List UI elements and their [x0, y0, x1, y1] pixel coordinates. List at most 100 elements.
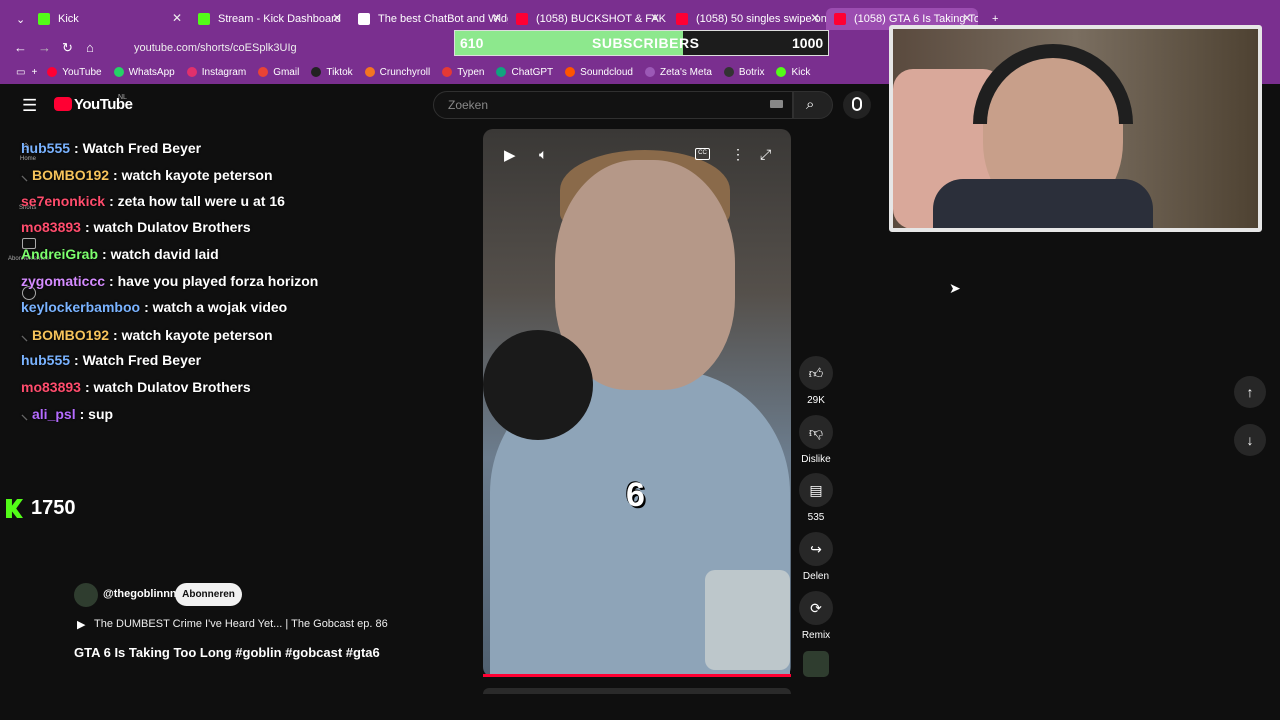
bookmark-typen[interactable]: Typen	[442, 67, 484, 78]
tab-youtube-singles[interactable]: (1058) 50 singles swipe on each✕	[668, 8, 826, 30]
bookmark-chatgpt[interactable]: ChatGPT	[496, 67, 553, 78]
sidebar-item-home[interactable]: Home	[20, 156, 36, 162]
search-input[interactable]: Zoeken	[433, 91, 793, 119]
thumbs-up-icon: 👍︎	[799, 356, 833, 390]
bookmark-zetas-meta[interactable]: Zeta's Meta	[644, 66, 712, 78]
home-icon[interactable]: ⌂	[86, 40, 94, 55]
menu-icon[interactable]: ☰	[22, 96, 37, 116]
chat-username: zygomaticcc	[21, 273, 106, 289]
subscribe-button[interactable]: Abonneren	[175, 583, 242, 606]
kick-favicon-icon	[38, 13, 50, 25]
gmail-icon	[258, 67, 269, 77]
bookmark-label: ChatGPT	[511, 66, 554, 78]
tab-chatbot[interactable]: The best ChatBot and Widgets✕	[350, 8, 508, 30]
chat-text: watch a wojak video	[152, 299, 288, 315]
chat-message: se7enonkick: zeta how tall were u at 16	[21, 193, 285, 209]
bookmark-soundcloud[interactable]: Soundcloud	[565, 67, 633, 78]
bookmark-kick[interactable]: Kick	[776, 67, 810, 78]
sound-thumbnail[interactable]	[803, 651, 829, 677]
chat-username: AndreiGrab	[21, 246, 99, 262]
instagram-icon	[186, 67, 197, 77]
close-icon[interactable]: ✕	[810, 11, 820, 25]
close-icon[interactable]: ✕	[332, 11, 342, 25]
chat-username: keylockerbamboo	[21, 299, 141, 315]
volume-icon[interactable]: 🔈︎	[539, 146, 547, 163]
related-video-link[interactable]: The DUMBEST Crime I've Heard Yet... | Th…	[94, 618, 388, 630]
youtube-logo-icon[interactable]	[54, 97, 72, 111]
chat-username: hub555	[21, 352, 71, 368]
comment-count: 535	[807, 512, 825, 523]
typen-icon	[442, 67, 453, 77]
like-count: 29K	[807, 395, 825, 406]
botrix-icon	[723, 67, 734, 77]
dislike-button[interactable]: 👎︎ Dislike	[799, 415, 833, 465]
tab-label: (1058) 50 singles swipe on each	[696, 13, 826, 25]
webcam-overlay	[889, 25, 1262, 232]
tab-kick[interactable]: Kick ✕	[30, 8, 188, 30]
video-title: GTA 6 Is Taking Too Long #goblin #gobcas…	[74, 645, 380, 660]
video-progress-bar[interactable]	[483, 674, 791, 677]
tab-youtube-buckshot[interactable]: (1058) BUCKSHOT & FAKEMIN✕	[508, 8, 666, 30]
keyboard-icon[interactable]	[770, 100, 783, 108]
bookmark-tiktok[interactable]: Tiktok	[311, 67, 353, 78]
chat-text: watch Dulatov Brothers	[93, 379, 251, 395]
search-button[interactable]: ⌕	[793, 91, 833, 119]
youtube-favicon-icon	[834, 13, 846, 25]
tab-kick-dashboard[interactable]: Stream - Kick Dashboard ✕	[190, 8, 348, 30]
zeta-icon	[644, 67, 655, 77]
bookmark-youtube[interactable]: YouTube	[47, 67, 102, 78]
bookmark-label: Soundcloud	[580, 66, 633, 78]
thumbs-down-icon: 👎︎	[799, 415, 833, 449]
share-button[interactable]: ↪ Delen	[799, 532, 833, 582]
chevron-down-icon: ⌄	[16, 13, 26, 26]
comment-icon: ▤	[799, 473, 833, 507]
youtube-favicon-icon	[516, 13, 528, 25]
captions-icon[interactable]: CC	[695, 148, 710, 160]
bookmark-whatsapp[interactable]: WhatsApp	[113, 67, 175, 78]
reload-icon[interactable]: ↻	[62, 40, 73, 56]
bookmark-crunchyroll[interactable]: Crunchyroll	[364, 66, 431, 78]
chat-text: sup	[88, 406, 114, 422]
chat-message: AndreiGrab: watch david laid	[21, 246, 219, 262]
remix-button[interactable]: ⟳ Remix	[799, 591, 833, 641]
chat-username: BOMBO192	[32, 327, 110, 343]
chat-text: Watch Fred Beyer	[82, 352, 202, 368]
next-short-button[interactable]: ↓	[1234, 424, 1266, 456]
chat-text: watch Dulatov Brothers	[93, 219, 251, 235]
channel-name[interactable]: @thegoblinnn	[103, 588, 177, 600]
comments-button[interactable]: ▤ 535	[799, 473, 833, 523]
fullscreen-icon[interactable]: ⤢	[760, 146, 771, 163]
bookmark-label: Zeta's Meta	[659, 66, 712, 78]
close-icon[interactable]: ✕	[172, 11, 182, 25]
forward-icon[interactable]: →	[38, 40, 51, 55]
close-icon[interactable]: ✕	[492, 11, 502, 25]
share-label: Delen	[802, 571, 830, 582]
channel-avatar[interactable]	[74, 583, 98, 607]
folder-icon[interactable]: ▭	[16, 67, 25, 78]
plus-icon[interactable]: +	[31, 67, 37, 78]
play-icon[interactable]: ▶	[504, 146, 516, 164]
bookmark-botrix[interactable]: Botrix	[723, 67, 764, 78]
subscriber-goal: 1000	[792, 35, 824, 51]
reply-icon: ⸜	[21, 406, 28, 422]
kick-logo-icon	[6, 499, 23, 518]
like-button[interactable]: 👍︎ 29K	[799, 356, 833, 406]
previous-short-button[interactable]: ↑	[1234, 376, 1266, 408]
close-icon[interactable]: ✕	[650, 11, 660, 25]
more-options-icon[interactable]: ⋮	[731, 146, 745, 163]
tab-search-button[interactable]: ⌄	[8, 8, 28, 30]
remix-icon: ⟳	[799, 591, 833, 625]
back-icon[interactable]: ←	[14, 40, 27, 55]
search-icon: ⌕	[806, 96, 815, 113]
chat-message: zygomaticcc: have you played forza horiz…	[21, 273, 319, 289]
url-field[interactable]: youtube.com/shorts/coESplk3UIg	[110, 40, 450, 56]
play-icon[interactable]: ▶	[77, 618, 85, 631]
bookmark-instagram[interactable]: Instagram	[186, 67, 246, 78]
chat-message: ⸜ BOMBO192: watch kayote peterson	[21, 167, 273, 183]
close-icon[interactable]: ✕	[962, 11, 972, 25]
plus-icon: +	[992, 13, 999, 25]
bookmark-gmail[interactable]: Gmail	[258, 67, 299, 78]
bookmark-label: Gmail	[273, 66, 300, 78]
voice-search-button[interactable]	[843, 91, 871, 119]
bookmark-label: Crunchyroll	[379, 66, 431, 78]
